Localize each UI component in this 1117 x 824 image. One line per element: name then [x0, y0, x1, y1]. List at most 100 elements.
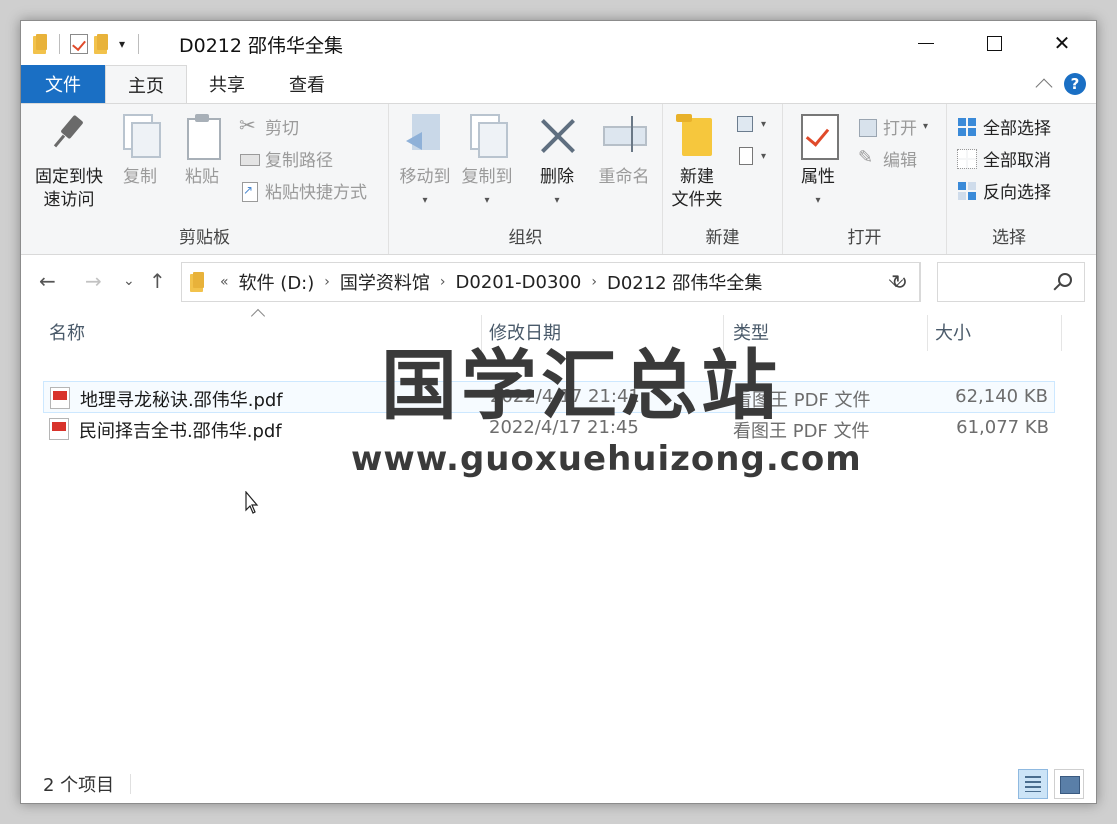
scissors-icon — [239, 113, 259, 137]
select-all-icon — [957, 117, 977, 137]
tab-home[interactable]: 主页 — [105, 65, 187, 103]
edit-button[interactable]: 编辑 — [857, 146, 917, 172]
file-row[interactable]: 民间择吉全书.邵伟华.pdf 2022/4/17 21:45 看图王 PDF 文… — [43, 413, 1055, 445]
pin-label-2: 速访问 — [43, 190, 95, 210]
rename-button[interactable]: 重命名 — [591, 112, 657, 189]
copy-path-icon — [239, 149, 260, 169]
properties-qat-icon[interactable] — [70, 34, 88, 54]
breadcrumb-library[interactable]: 国学资料馆 — [340, 269, 430, 295]
breadcrumb-current[interactable]: D0212 邵伟华全集 — [607, 269, 762, 295]
details-view-icon[interactable] — [1018, 769, 1048, 799]
recent-locations-icon[interactable]: ⌄ — [123, 273, 135, 289]
properties-button[interactable]: 属性 ▾ — [795, 112, 841, 212]
column-divider[interactable] — [723, 315, 724, 351]
address-overflow[interactable]: « — [220, 274, 229, 290]
edit-label: 编辑 — [883, 151, 917, 171]
paste-label: 粘贴 — [185, 167, 219, 187]
mouse-cursor-icon — [245, 491, 259, 514]
paste-button[interactable]: 粘贴 — [177, 112, 227, 189]
close-button[interactable]: ✕ — [1028, 21, 1096, 65]
minimize-icon — [918, 42, 934, 44]
easy-access-icon — [735, 146, 755, 166]
forward-arrow-icon[interactable]: → — [85, 269, 102, 293]
tab-view[interactable]: 查看 — [267, 65, 347, 103]
new-item-button[interactable]: ▾ — [735, 114, 766, 134]
tab-share[interactable]: 共享 — [187, 65, 267, 103]
move-to-label: 移动到 — [399, 167, 451, 187]
new-folder-icon — [676, 112, 718, 158]
status-divider — [130, 774, 132, 794]
copy-to-button[interactable]: 复制到 ▾ — [457, 112, 517, 212]
delete-label: 删除 — [540, 167, 574, 187]
back-arrow-icon[interactable]: ← — [39, 269, 56, 293]
refresh-button[interactable]: ↻ — [879, 262, 921, 302]
paste-shortcut-button[interactable]: 粘贴快捷方式 — [239, 178, 367, 203]
column-header-name[interactable]: 名称 — [43, 309, 479, 355]
column-header-size[interactable]: 大小 — [929, 309, 1059, 355]
invert-selection-label: 反向选择 — [983, 183, 1051, 203]
file-type: 看图王 PDF 文件 — [733, 421, 870, 442]
file-modified: 2022/4/17 21:45 — [489, 417, 639, 438]
select-group-label: 选择 — [992, 228, 1026, 248]
breadcrumb-separator-icon[interactable]: › — [324, 274, 330, 290]
item-count: 2 个项目 — [43, 775, 115, 796]
breadcrumb-drive[interactable]: 软件 (D:) — [239, 269, 315, 295]
chevron-down-icon: ▾ — [554, 195, 560, 206]
qat-separator — [59, 34, 60, 54]
column-divider[interactable] — [1061, 315, 1062, 351]
maximize-button[interactable] — [960, 21, 1028, 65]
delete-button[interactable]: 删除 ▾ — [535, 112, 579, 212]
new-folder-button[interactable]: 新建 文件夹 — [669, 112, 725, 212]
minimize-button[interactable] — [892, 21, 960, 65]
folder-icon — [190, 272, 206, 292]
edit-icon — [857, 147, 877, 169]
chevron-down-icon: ▾ — [815, 195, 821, 206]
address-bar[interactable]: « 软件 (D:) › 国学资料馆 › D0201-D0300 › D0212 … — [181, 262, 921, 302]
column-header-type[interactable]: 类型 — [727, 309, 927, 355]
easy-access-button[interactable]: ▾ — [735, 146, 766, 166]
window-title: D0212 邵伟华全集 — [179, 35, 344, 57]
tab-file[interactable]: 文件 — [21, 65, 105, 103]
collapse-ribbon-icon[interactable] — [1035, 78, 1053, 96]
file-name: 民间择吉全书.邵伟华.pdf — [79, 421, 282, 442]
open-button[interactable]: 打开 ▾ — [857, 114, 928, 139]
open-group-label: 打开 — [847, 228, 882, 248]
customize-qat-icon[interactable]: ▾ — [116, 38, 128, 50]
select-none-icon — [957, 148, 977, 169]
copy-path-button[interactable]: 复制路径 — [239, 146, 333, 171]
select-none-button[interactable]: 全部取消 — [957, 146, 1051, 171]
column-divider[interactable] — [481, 315, 482, 351]
properties-label: 属性 — [801, 167, 835, 187]
file-row[interactable]: 地理寻龙秘诀.邵伟华.pdf 2022/4/17 21:41 看图王 PDF 文… — [43, 381, 1055, 413]
search-box[interactable] — [937, 262, 1085, 302]
pin-quick-access-button[interactable]: 固定到快 速访问 — [31, 112, 107, 212]
cut-button[interactable]: 剪切 — [239, 113, 299, 140]
large-icons-view-icon[interactable] — [1054, 769, 1084, 799]
new-folder-qat-icon[interactable] — [94, 34, 110, 54]
column-size-label: 大小 — [935, 323, 971, 344]
invert-selection-button[interactable]: 反向选择 — [957, 178, 1051, 203]
open-group: 属性 ▾ 打开 ▾ 编辑 打开 — [783, 104, 947, 254]
folder-icon — [33, 34, 49, 54]
copy-button[interactable]: 复制 — [115, 112, 165, 189]
ribbon-controls: ? — [1035, 73, 1086, 96]
help-icon[interactable]: ? — [1064, 73, 1086, 95]
move-to-button[interactable]: 移动到 ▾ — [395, 112, 455, 212]
new-group: 新建 文件夹 ▾ ▾ 新建 — [663, 104, 783, 254]
column-divider[interactable] — [927, 315, 928, 351]
ribbon-tabs: 文件 主页 共享 查看 ? — [21, 65, 1096, 103]
breadcrumb-separator-icon[interactable]: › — [591, 274, 597, 290]
copy-icon — [119, 112, 161, 158]
pin-label-1: 固定到快 — [35, 167, 103, 187]
rename-label: 重命名 — [598, 167, 650, 187]
breadcrumb-range[interactable]: D0201-D0300 — [456, 272, 582, 293]
select-all-button[interactable]: 全部选择 — [957, 114, 1051, 139]
column-header-modified[interactable]: 修改日期 — [483, 309, 723, 355]
refresh-icon: ↻ — [891, 270, 908, 294]
organize-group-label: 组织 — [508, 228, 543, 248]
open-label: 打开 — [883, 119, 917, 139]
explorer-window: ▾ D0212 邵伟华全集 ✕ 文件 主页 共享 查看 ? 固定到快 速访问 复… — [20, 20, 1097, 804]
breadcrumb-separator-icon[interactable]: › — [440, 274, 446, 290]
quick-access-toolbar: ▾ — [33, 31, 143, 57]
up-arrow-icon[interactable]: ↑ — [149, 269, 166, 293]
